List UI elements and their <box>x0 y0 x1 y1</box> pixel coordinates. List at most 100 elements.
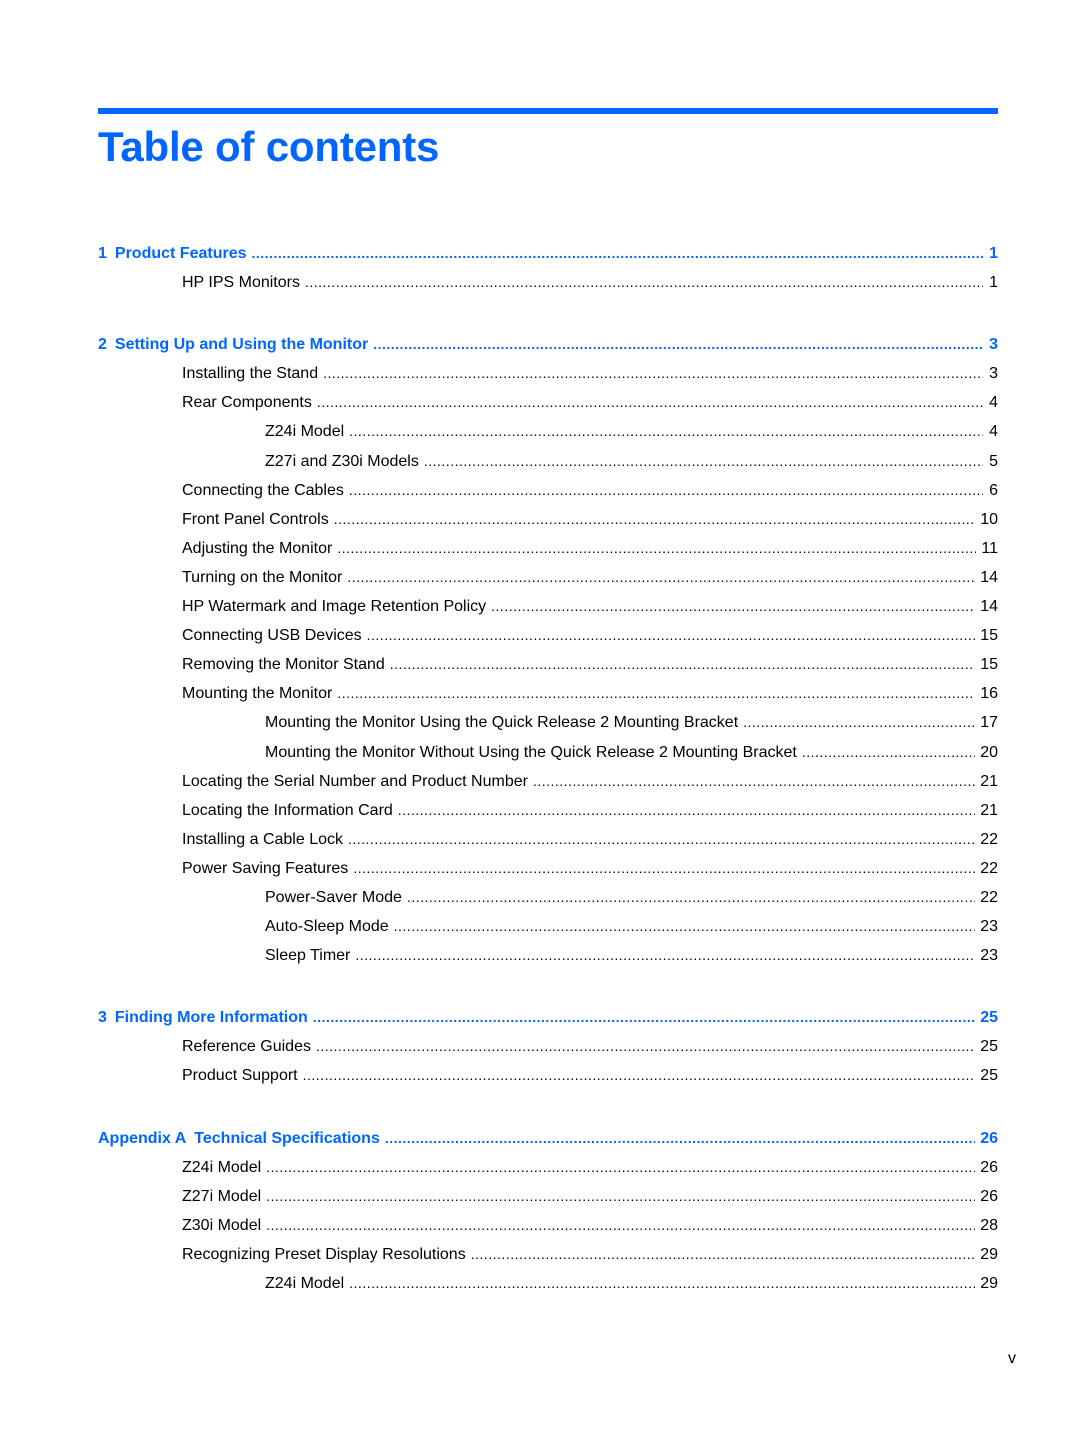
toc-chapter-entry[interactable]: Appendix A Technical Specifications 26 <box>98 1124 998 1153</box>
toc-entry[interactable]: Installing a Cable Lock 22 <box>98 825 998 854</box>
page-reference: 25 <box>980 1038 998 1056</box>
page-reference: 15 <box>980 656 998 674</box>
entry-title: Mounting the Monitor Using the Quick Rel… <box>265 714 739 732</box>
toc-entry[interactable]: Power Saving Features 22 <box>98 854 998 883</box>
toc-entry-label: Locating the Information Card <box>182 796 398 825</box>
toc-entry[interactable]: Rear Components 4 <box>98 388 998 417</box>
toc-entry-label: HP IPS Monitors <box>182 268 305 297</box>
toc-entry[interactable]: HP Watermark and Image Retention Policy 1… <box>98 592 998 621</box>
page-reference: 17 <box>980 714 998 732</box>
toc-entry-label: Locating the Serial Number and Product N… <box>182 767 533 796</box>
page-reference: 22 <box>980 859 998 877</box>
toc-entry[interactable]: Installing the Stand 3 <box>98 359 998 388</box>
toc-chapter-entry[interactable]: 3 Finding More Information 25 <box>98 1003 998 1032</box>
dot-leader <box>317 388 983 417</box>
entry-title: Sleep Timer <box>265 947 351 965</box>
toc-entry[interactable]: Product Support 25 <box>98 1061 998 1090</box>
toc-entry-label: Z30i Model <box>182 1211 266 1240</box>
page-reference: 22 <box>980 888 998 906</box>
page-reference: 21 <box>980 772 998 790</box>
toc-entry[interactable]: Recognizing Preset Display Resolutions 29 <box>98 1240 998 1269</box>
page-reference: 26 <box>980 1129 998 1147</box>
entry-title: Rear Components <box>182 394 312 412</box>
dot-leader <box>337 534 976 563</box>
entry-title: Reference Guides <box>182 1038 311 1056</box>
dot-leader <box>347 563 975 592</box>
page-reference: 23 <box>980 918 998 936</box>
page-reference: 29 <box>980 1245 998 1263</box>
toc-entry[interactable]: Mounting the Monitor Using the Quick Rel… <box>98 708 998 737</box>
toc-entry[interactable]: Z24i Model 26 <box>98 1153 998 1182</box>
table-of-contents: 1 Product Features 1 HP IPS Monitors 1 2 Setti… <box>98 239 998 1298</box>
dot-leader <box>266 1153 975 1182</box>
entry-title: Finding More Information <box>114 1009 308 1027</box>
entry-title: Mounting the Monitor <box>182 685 333 703</box>
dot-leader <box>303 1061 976 1090</box>
page-number: v <box>1008 1350 1016 1367</box>
toc-entry-label: 2 Setting Up and Using the Monitor <box>98 330 373 359</box>
dot-leader <box>349 1269 975 1298</box>
entry-title: Z24i Model <box>182 1158 262 1176</box>
dot-leader <box>353 854 975 883</box>
toc-entry[interactable]: Removing the Monitor Stand 15 <box>98 650 998 679</box>
toc-entry-label: Z24i Model <box>265 417 349 446</box>
toc-entry-label: 1 Product Features <box>98 239 252 268</box>
toc-entry[interactable]: Locating the Serial Number and Product N… <box>98 767 998 796</box>
toc-entry-label: Connecting the Cables <box>182 476 349 505</box>
toc-entry[interactable]: Power-Saver Mode 22 <box>98 883 998 912</box>
entry-title: Power-Saver Mode <box>265 888 402 906</box>
page-reference: 14 <box>980 568 998 586</box>
toc-entry[interactable]: Connecting USB Devices 15 <box>98 621 998 650</box>
entry-title: Setting Up and Using the Monitor <box>114 336 369 354</box>
dot-leader <box>491 592 975 621</box>
toc-chapter-entry[interactable]: 1 Product Features 1 <box>98 239 998 268</box>
toc-entry[interactable]: Mounting the Monitor Without Using the Q… <box>98 738 998 767</box>
dot-leader <box>802 738 975 767</box>
toc-entry[interactable]: Reference Guides 25 <box>98 1032 998 1061</box>
toc-entry-label: Mounting the Monitor Using the Quick Rel… <box>265 708 743 737</box>
toc-entry[interactable]: Connecting the Cables 6 <box>98 476 998 505</box>
page-reference: 25 <box>980 1067 998 1085</box>
toc-entry-label: Sleep Timer <box>265 941 355 970</box>
toc-entry[interactable]: Adjusting the Monitor 11 <box>98 534 998 563</box>
page-title: Table of contents <box>98 123 440 170</box>
page-reference: 6 <box>989 481 998 499</box>
dot-leader <box>743 708 975 737</box>
entry-title: Product Support <box>182 1067 298 1085</box>
toc-entry[interactable]: Mounting the Monitor 16 <box>98 679 998 708</box>
toc-entry[interactable]: Z27i Model 26 <box>98 1182 998 1211</box>
entry-title: Z24i Model <box>265 1275 345 1292</box>
toc-entry-label: Adjusting the Monitor <box>182 534 337 563</box>
dot-leader <box>349 417 983 446</box>
chapter-number: 1 <box>98 245 107 262</box>
dot-leader <box>533 767 975 796</box>
toc-entry[interactable]: Front Panel Controls 10 <box>98 505 998 534</box>
dot-leader <box>355 941 975 970</box>
toc-entry-label: HP Watermark and Image Retention Policy <box>182 592 491 621</box>
entry-title: Power Saving Features <box>182 859 349 877</box>
toc-entry[interactable]: Auto-Sleep Mode 23 <box>98 912 998 941</box>
toc-entry-label: Product Support <box>182 1061 303 1090</box>
entry-title: Technical Specifications <box>194 1129 380 1147</box>
dot-leader <box>367 621 976 650</box>
dot-leader <box>313 1003 975 1032</box>
toc-entry[interactable]: Z24i Model 29 <box>98 1269 998 1298</box>
toc-chapter-entry[interactable]: 2 Setting Up and Using the Monitor 3 <box>98 330 998 359</box>
toc-entry[interactable]: Turning on the Monitor 14 <box>98 563 998 592</box>
dot-leader <box>407 883 975 912</box>
dot-leader <box>316 1032 975 1061</box>
page-reference: 15 <box>980 627 998 645</box>
toc-entry[interactable]: Sleep Timer 23 <box>98 941 998 970</box>
toc-entry[interactable]: Z24i Model 4 <box>98 417 998 446</box>
toc-entry[interactable]: Z27i and Z30i Models 5 <box>98 447 998 476</box>
dot-leader <box>266 1211 975 1240</box>
toc-entry-label: Appendix A Technical Specifications <box>98 1124 385 1153</box>
page-reference: 10 <box>980 510 998 528</box>
page-reference: 4 <box>989 423 998 441</box>
entry-title: Z27i Model <box>182 1187 262 1205</box>
toc-entry[interactable]: Locating the Information Card 21 <box>98 796 998 825</box>
toc-entry-label: Z27i and Z30i Models <box>265 447 424 476</box>
toc-entry[interactable]: HP IPS Monitors 1 <box>98 268 998 297</box>
toc-entry[interactable]: Z30i Model 28 <box>98 1211 998 1240</box>
page-reference: 1 <box>989 274 998 292</box>
